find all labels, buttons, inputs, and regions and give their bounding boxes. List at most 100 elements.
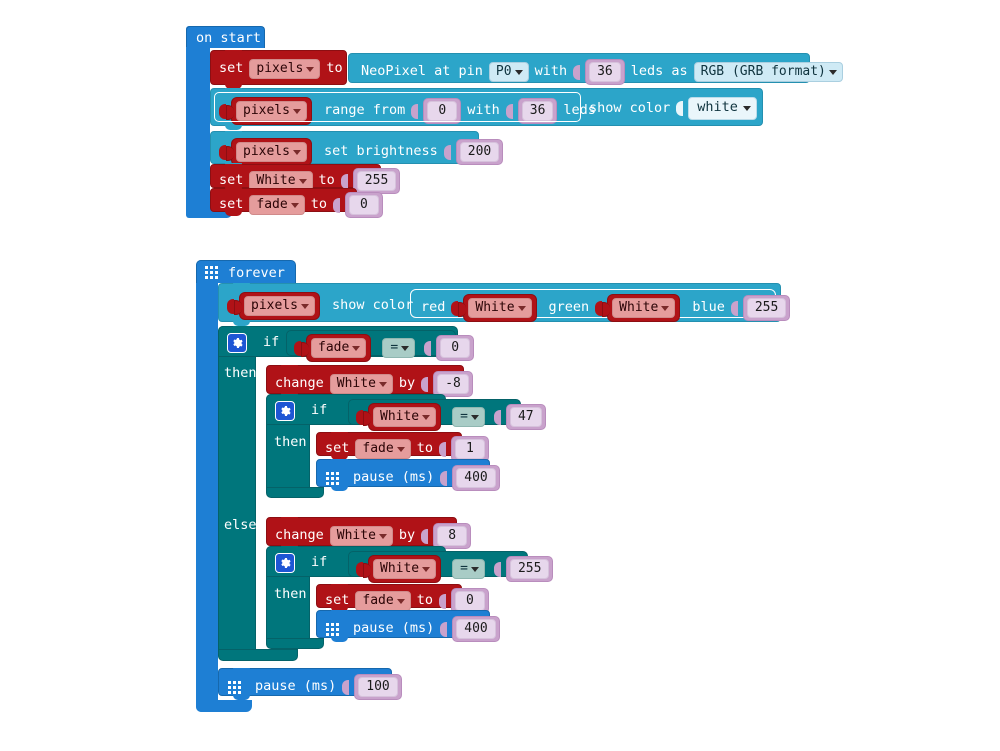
led-count-value[interactable]: 36 <box>589 62 621 82</box>
operator-dropdown[interactable]: = <box>382 338 416 358</box>
blue-value[interactable]: 255 <box>746 298 787 318</box>
if-label: if <box>263 334 280 351</box>
chevron-down-icon <box>742 106 751 112</box>
set-fade-block[interactable]: set fade to 0 <box>210 188 383 218</box>
set-fade-0-block[interactable]: set fade to 0 <box>316 584 489 614</box>
variable-reporter-fade[interactable]: fade <box>301 334 372 362</box>
chevron-down-icon <box>422 415 431 420</box>
variable-dropdown-white[interactable]: White <box>373 407 437 427</box>
pause-duration-reporter[interactable]: 100 <box>354 674 402 700</box>
set-fade-value-reporter[interactable]: 0 <box>344 192 383 218</box>
rgb-mode-dropdown[interactable]: RGB (GRB format) <box>693 62 843 82</box>
pause-duration-reporter[interactable]: 400 <box>452 616 500 642</box>
on-start-hat[interactable]: on start <box>186 26 265 48</box>
variable-dropdown-white[interactable]: White <box>468 298 532 318</box>
operator-dropdown[interactable]: = <box>452 407 485 427</box>
reporter-plug <box>363 411 371 426</box>
change-amount-value[interactable]: -8 <box>437 374 469 394</box>
pause-duration-value[interactable]: 400 <box>456 619 496 639</box>
chevron-down-icon <box>300 304 309 309</box>
variable-reporter-pixels[interactable]: pixels <box>226 97 312 125</box>
range-from-value[interactable]: 0 <box>427 101 458 121</box>
gear-icon[interactable] <box>275 553 295 573</box>
comparison-right-reporter[interactable]: 0 <box>436 335 475 361</box>
variable-dropdown-pixels[interactable]: pixels <box>236 101 307 121</box>
chevron-down-icon <box>517 306 526 311</box>
neopixel-create-reporter[interactable]: NeoPixel at pin P0 with 36 leds as RGB (… <box>348 53 843 85</box>
range-count-reporter[interactable]: 36 <box>517 98 558 124</box>
set-fade-1-block[interactable]: set fade to 1 <box>316 432 489 462</box>
notch <box>281 394 298 399</box>
pause-duration-value[interactable]: 400 <box>456 468 496 488</box>
variable-name: pixels <box>243 144 290 159</box>
gear-icon[interactable] <box>275 401 295 421</box>
variable-dropdown-white[interactable]: White <box>329 374 393 394</box>
grid-icon <box>205 266 218 279</box>
set-fade-value[interactable]: 1 <box>454 439 485 459</box>
pause-100-block[interactable]: pause (ms) 100 <box>218 668 402 700</box>
comparison-reporter-white-255[interactable]: White = 255 <box>348 551 554 583</box>
set-pixels-block[interactable]: set pixels to <box>210 50 356 89</box>
blue-value-reporter[interactable]: 255 <box>742 295 791 321</box>
gear-icon[interactable] <box>227 333 247 353</box>
pause-label: pause (ms) <box>255 678 337 695</box>
forever-hat[interactable]: forever <box>196 260 296 283</box>
variable-dropdown-fade[interactable]: fade <box>355 439 411 459</box>
blocks-workspace[interactable]: on start NeoPixel at pin P0 with 36 leds… <box>0 0 1000 751</box>
to-label: to <box>326 60 343 77</box>
comparison-right-value[interactable]: 255 <box>509 559 550 579</box>
else-label: else <box>224 517 257 533</box>
variable-reporter-white-red[interactable]: White <box>458 294 537 322</box>
comparison-right-reporter[interactable]: 255 <box>505 556 554 582</box>
set-white-value[interactable]: 255 <box>356 171 397 191</box>
comparison-right-value[interactable]: 47 <box>509 407 542 427</box>
variable-reporter-white[interactable]: White <box>363 403 442 431</box>
comparison-right-value[interactable]: 0 <box>440 338 471 358</box>
neopixel-rgb-reporter[interactable]: red White green White blue 255 <box>410 289 791 322</box>
show-color-label: show color <box>589 99 671 116</box>
variable-dropdown-white[interactable]: White <box>612 298 676 318</box>
pause-400-a-block[interactable]: pause (ms) 400 <box>316 459 500 491</box>
set-white-value-reporter[interactable]: 255 <box>352 168 401 194</box>
variable-dropdown-pixels[interactable]: pixels <box>249 59 321 79</box>
variable-reporter-white-green[interactable]: White <box>602 294 681 322</box>
change-white-block[interactable]: change White by -8 <box>266 365 473 398</box>
variable-dropdown-fade[interactable]: fade <box>249 195 305 215</box>
neopixel-set-brightness-block[interactable]: pixels set brightness 200 <box>210 131 504 168</box>
range-count-value[interactable]: 36 <box>521 101 554 121</box>
set-white-block[interactable]: set White to 255 <box>210 164 401 194</box>
red-label: red <box>421 299 446 316</box>
brightness-value[interactable]: 200 <box>459 142 500 162</box>
chevron-down-icon <box>422 567 431 572</box>
variable-dropdown-fade[interactable]: fade <box>355 591 411 611</box>
change-amount-value[interactable]: 8 <box>437 526 468 546</box>
variable-dropdown-pixels[interactable]: pixels <box>236 142 307 162</box>
variable-reporter-pixels[interactable]: pixels <box>234 292 320 320</box>
socket-notch <box>411 103 419 119</box>
change-white-plus8-block[interactable]: change White by 8 <box>266 517 472 550</box>
variable-dropdown-fade[interactable]: fade <box>311 338 367 358</box>
pause-duration-value[interactable]: 100 <box>358 677 398 697</box>
set-label: set <box>325 440 350 457</box>
variable-dropdown-white[interactable]: White <box>373 559 437 579</box>
brightness-reporter[interactable]: 200 <box>455 139 504 165</box>
comparison-reporter-white-47[interactable]: White = 47 <box>348 399 546 431</box>
pause-duration-reporter[interactable]: 400 <box>452 465 500 491</box>
range-from-label: range from <box>323 102 406 119</box>
led-count-reporter[interactable]: 36 <box>585 59 625 85</box>
variable-reporter-pixels[interactable]: pixels <box>226 138 312 166</box>
variable-dropdown-pixels[interactable]: pixels <box>244 296 315 316</box>
pause-label: pause (ms) <box>353 469 435 486</box>
pin-dropdown[interactable]: P0 <box>488 62 529 82</box>
range-from-reporter[interactable]: 0 <box>423 98 462 124</box>
set-fade-value[interactable]: 0 <box>348 195 379 215</box>
variable-dropdown-white[interactable]: White <box>329 526 393 546</box>
comparison-reporter-fade[interactable]: fade = 0 <box>286 330 475 362</box>
variable-name: White <box>619 300 659 315</box>
set-fade-value[interactable]: 0 <box>454 591 485 611</box>
pause-400-b-block[interactable]: pause (ms) 400 <box>316 610 500 642</box>
comparison-right-reporter[interactable]: 47 <box>505 404 546 430</box>
operator-dropdown[interactable]: = <box>452 559 485 579</box>
color-dropdown[interactable]: white <box>688 97 757 120</box>
variable-reporter-white[interactable]: White <box>363 555 442 583</box>
